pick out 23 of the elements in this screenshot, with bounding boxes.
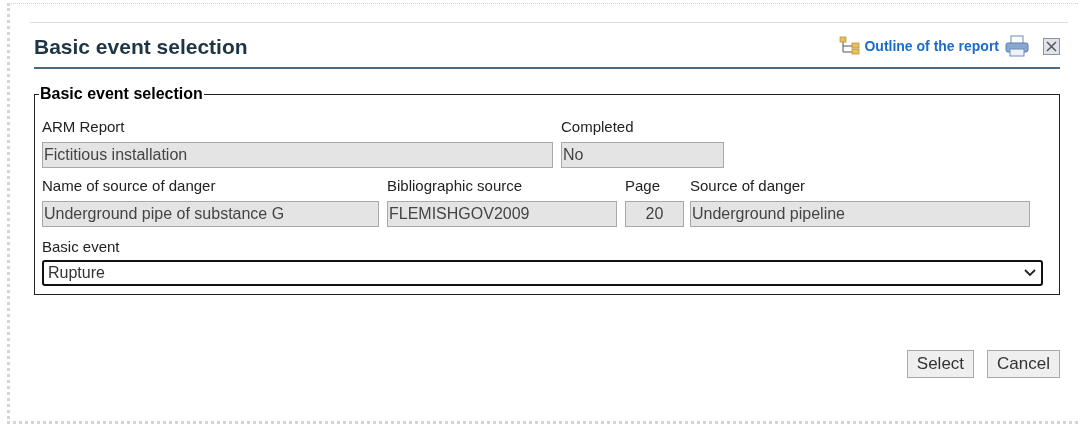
readonly-field[interactable]: FLEMISHGOV2009: [387, 201, 617, 227]
field-label: ARM Report: [42, 118, 126, 135]
field-label: Basic event: [42, 238, 121, 255]
field-label: Name of source of danger: [42, 177, 217, 194]
dropdown[interactable]: Rupture: [42, 260, 1043, 286]
dialog-title: Basic event selection: [34, 34, 249, 59]
printer-icon[interactable]: [1005, 35, 1029, 57]
field-label: Bibliographic source: [387, 177, 524, 194]
readonly-field[interactable]: No: [561, 142, 724, 168]
readonly-field[interactable]: 20: [625, 201, 684, 227]
field-label: Completed: [561, 118, 635, 135]
outline-link[interactable]: Outline of the report: [839, 36, 999, 56]
panel-title: Basic event selection: [39, 85, 204, 103]
readonly-field[interactable]: Underground pipe of substance G: [42, 201, 379, 227]
dialog-button[interactable]: Select: [906, 350, 975, 378]
chevron-icon: [1024, 269, 1036, 277]
readonly-field[interactable]: Fictitious installation: [42, 142, 553, 168]
field-label: Source of danger: [690, 177, 807, 194]
tree-icon: [839, 36, 862, 56]
close-icon[interactable]: [1043, 37, 1060, 55]
dialog-button[interactable]: Cancel: [987, 350, 1060, 378]
readonly-field[interactable]: Underground pipeline: [690, 201, 1030, 227]
field-label: Page: [625, 177, 662, 194]
